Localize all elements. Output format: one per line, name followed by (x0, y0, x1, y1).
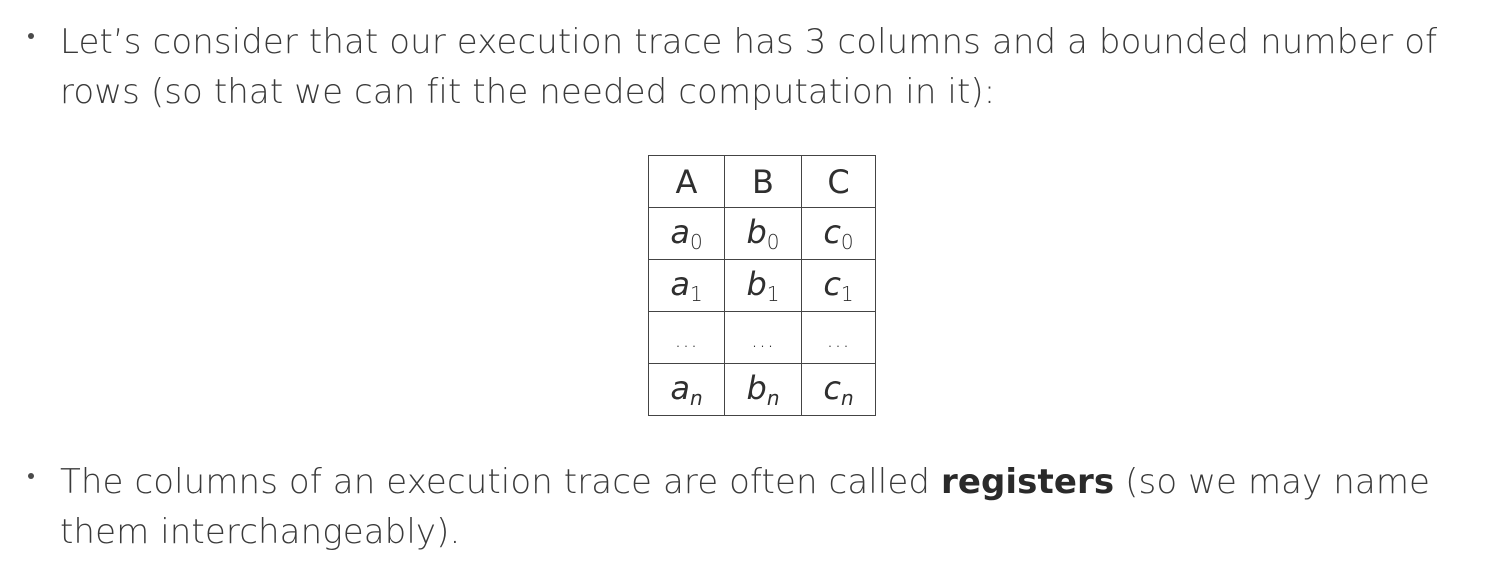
table-cell: c1 (801, 259, 876, 312)
table-cell: b1 (724, 259, 802, 312)
table-cell: a0 (648, 207, 725, 260)
term-registers: registers (940, 462, 1115, 502)
column-header-a: A (648, 155, 725, 208)
bullet-text: Let’s consider that our execution trace … (60, 22, 1438, 112)
table-row: an bn cn (648, 363, 876, 416)
table-cell: a1 (648, 259, 725, 312)
bullet-dot-icon (28, 33, 34, 39)
table-header-row: A B C (648, 155, 876, 208)
column-header-b: B (724, 155, 802, 208)
table-cell: bn (724, 363, 802, 416)
column-header-c: C (801, 155, 876, 208)
table-cell: cn (801, 363, 876, 416)
table-cell: ... (724, 311, 802, 364)
bullet-dot-icon (28, 473, 34, 479)
bullet-text: The columns of an execution trace are of… (60, 457, 1468, 557)
table-cell: ... (648, 311, 725, 364)
table-cell: an (648, 363, 725, 416)
table-row: a1 b1 c1 (648, 259, 876, 312)
table-cell: ... (801, 311, 876, 364)
execution-trace-table: A B C a0 b0 c0 a1 b1 c1 ... ... ... an b… (648, 155, 876, 416)
table-cell: c0 (801, 207, 876, 260)
bullet-item-registers: The columns of an execution trace are of… (28, 457, 1468, 557)
bullet-text-before: The columns of an execution trace are of… (60, 462, 941, 502)
table-row: ... ... ... (648, 311, 876, 364)
bullet-item-trace-columns: Let’s consider that our execution trace … (28, 17, 1468, 117)
table-row: a0 b0 c0 (648, 207, 876, 260)
table-cell: b0 (724, 207, 802, 260)
